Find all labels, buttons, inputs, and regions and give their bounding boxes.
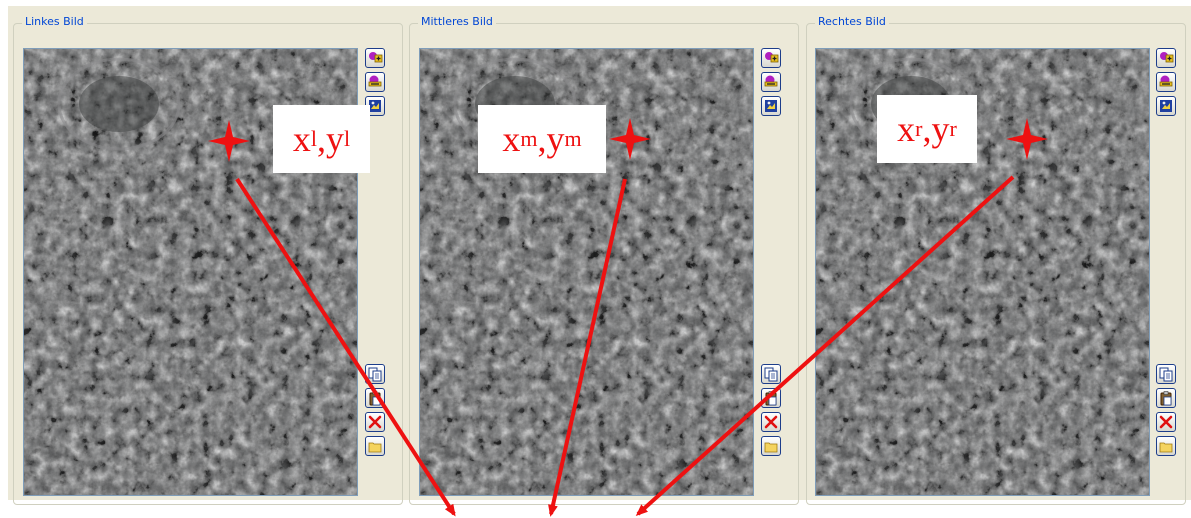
zoom-in-button[interactable]: [365, 48, 385, 68]
delete-icon: [1159, 415, 1173, 429]
paste-button[interactable]: [761, 388, 781, 408]
open-folder-button[interactable]: [1156, 436, 1176, 456]
label-separator: ,: [537, 119, 547, 159]
left-image-group: Linkes Bild: [13, 15, 403, 505]
copy-button[interactable]: [1156, 364, 1176, 384]
right-point-label: xr,yr: [877, 95, 977, 163]
label-separator: ,: [317, 119, 326, 159]
zoom-out-button[interactable]: [761, 72, 781, 92]
group-title: Linkes Bild: [22, 15, 87, 29]
label-x: x: [292, 119, 311, 159]
label-x: x: [897, 109, 916, 149]
middle-image-group: Mittleres Bild: [409, 15, 799, 505]
zoom-out-button[interactable]: [365, 72, 385, 92]
zoom-out-button[interactable]: [1156, 72, 1176, 92]
zoom-in-button[interactable]: [761, 48, 781, 68]
paste-icon: [1160, 391, 1172, 406]
open-folder-icon: [1159, 442, 1173, 453]
zoom-in-icon: [765, 52, 779, 63]
paste-button[interactable]: [1156, 388, 1176, 408]
delete-button[interactable]: [1156, 412, 1176, 432]
zoom-out-icon: [764, 75, 778, 87]
group-title: Rechtes Bild: [815, 15, 889, 29]
copy-icon: [764, 367, 778, 382]
paste-button[interactable]: [365, 388, 385, 408]
zoom-in-button[interactable]: [1156, 48, 1176, 68]
open-folder-icon: [764, 442, 778, 453]
label-y: y: [326, 119, 344, 159]
open-folder-button[interactable]: [365, 436, 385, 456]
label-separator: ,: [922, 109, 932, 149]
sem-image: [816, 49, 1149, 495]
fit-image-button[interactable]: [761, 96, 781, 116]
zoom-out-icon: [1159, 75, 1173, 87]
fit-image-icon: [765, 100, 777, 112]
zoom-out-icon: [368, 75, 382, 87]
open-folder-button[interactable]: [761, 436, 781, 456]
group-title: Mittleres Bild: [418, 15, 496, 29]
fit-image-button[interactable]: [1156, 96, 1176, 116]
label-y: y: [931, 109, 950, 149]
right-image-view[interactable]: [815, 48, 1150, 496]
app-window: Linkes Bild Mittleres Bild Rechtes Bild: [8, 6, 1191, 505]
delete-icon: [368, 415, 382, 429]
right-image-group: Rechtes Bild: [806, 15, 1186, 505]
copy-button[interactable]: [365, 364, 385, 384]
delete-button[interactable]: [365, 412, 385, 432]
zoom-in-icon: [369, 52, 383, 63]
label-y: y: [546, 119, 565, 159]
copy-icon: [1159, 367, 1173, 382]
zoom-in-icon: [1160, 52, 1174, 63]
delete-button[interactable]: [761, 412, 781, 432]
copy-button[interactable]: [761, 364, 781, 384]
left-point-label: xl,yl: [273, 105, 370, 173]
paste-icon: [765, 391, 777, 406]
paste-icon: [369, 391, 381, 406]
open-folder-icon: [368, 442, 382, 453]
fit-image-icon: [1160, 100, 1172, 112]
middle-point-label: xm,ym: [478, 105, 606, 173]
label-x: x: [502, 119, 521, 159]
copy-icon: [368, 367, 382, 382]
delete-icon: [764, 415, 778, 429]
